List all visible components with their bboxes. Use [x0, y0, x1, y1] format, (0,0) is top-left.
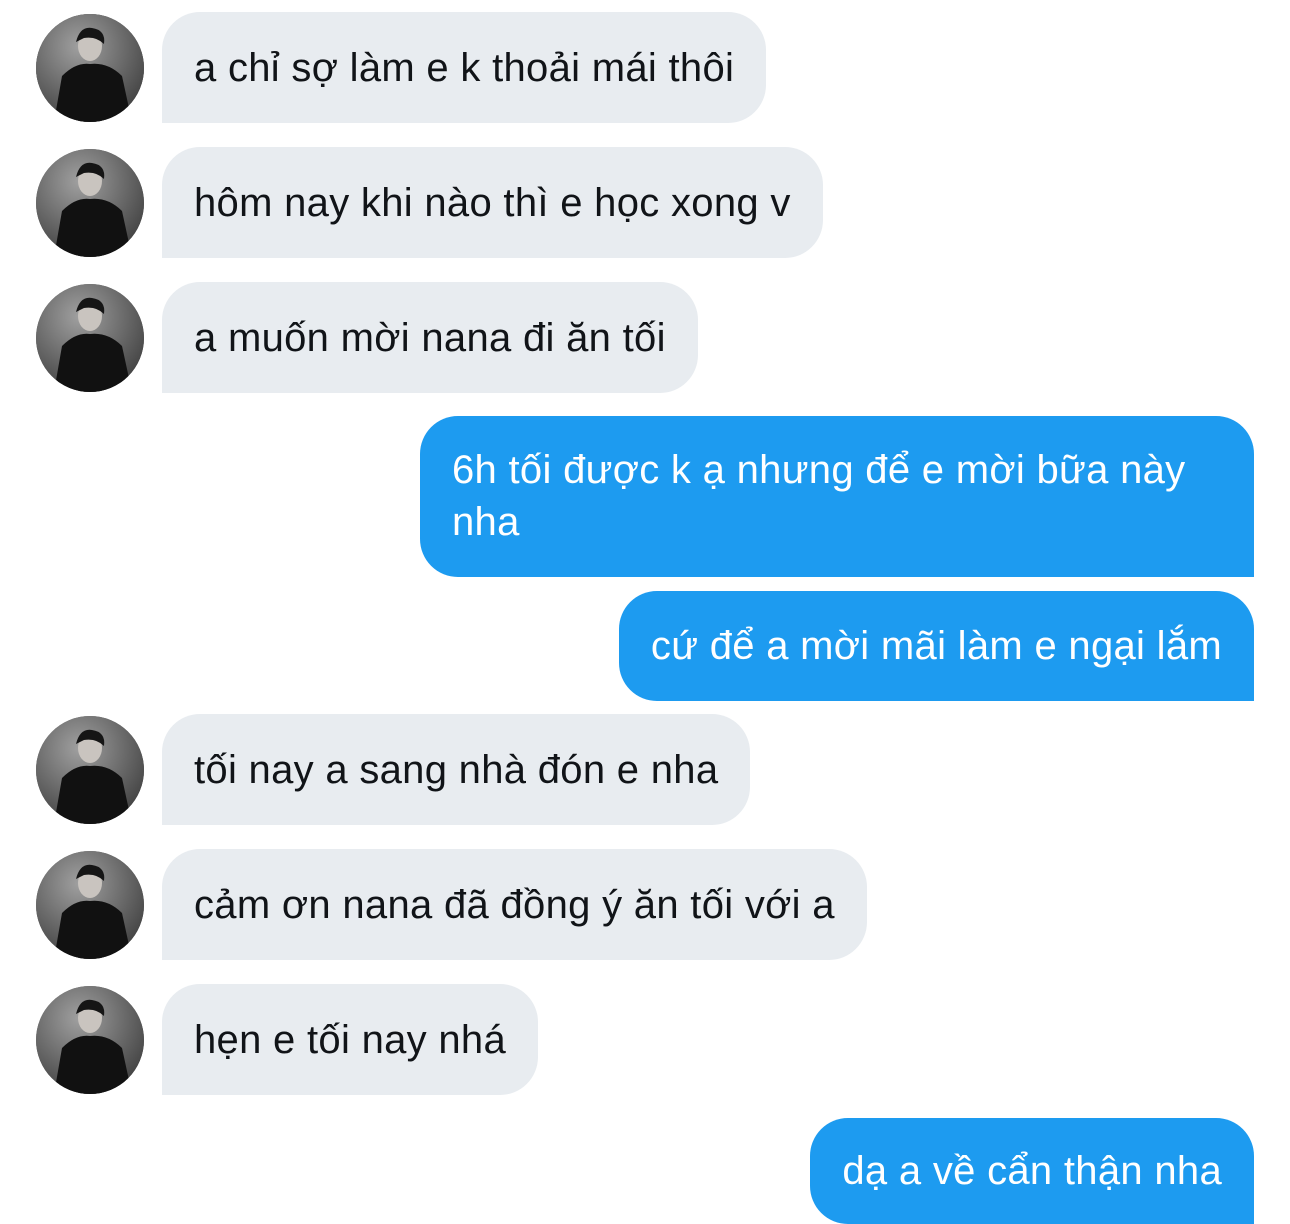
message-text: dạ a về cẩn thận nha: [842, 1149, 1222, 1193]
message-text: a chỉ sợ làm e k thoải mái thôi: [194, 45, 735, 90]
message-text: hẹn e tối nay nhá: [194, 1017, 507, 1062]
message-bubble-incoming[interactable]: tối nay a sang nhà đón e nha: [162, 714, 751, 825]
avatar-icon: [36, 986, 144, 1094]
contact-avatar[interactable]: [36, 149, 144, 257]
contact-avatar[interactable]: [36, 284, 144, 392]
message-bubble-incoming[interactable]: a muốn mời nana đi ăn tối: [162, 282, 698, 393]
message-bubble-outgoing[interactable]: cứ để a mời mãi làm e ngại lắm: [618, 591, 1254, 701]
avatar-icon: [36, 851, 144, 959]
message-text: hôm nay khi nào thì e học xong v: [194, 180, 791, 225]
message-text: tối nay a sang nhà đón e nha: [194, 747, 719, 792]
message-text: a muốn mời nana đi ăn tối: [194, 315, 666, 360]
avatar-icon: [36, 149, 144, 257]
contact-avatar[interactable]: [36, 14, 144, 122]
message-text: cứ để a mời mãi làm e ngại lắm: [650, 624, 1222, 668]
message-bubble-outgoing[interactable]: dạ a về cẩn thận nha: [810, 1118, 1254, 1224]
message-text: 6h tối được k ạ nhưng để e mời bữa này n…: [452, 448, 1186, 544]
avatar-icon: [36, 14, 144, 122]
contact-avatar[interactable]: [36, 716, 144, 824]
message-text: cảm ơn nana đã đồng ý ăn tối với a: [194, 882, 835, 927]
message-bubble-incoming[interactable]: hôm nay khi nào thì e học xong v: [162, 147, 823, 258]
avatar-icon: [36, 284, 144, 392]
message-bubble-incoming[interactable]: a chỉ sợ làm e k thoải mái thôi: [162, 12, 767, 123]
message-bubble-outgoing[interactable]: 6h tối được k ạ nhưng để e mời bữa này n…: [420, 416, 1254, 577]
message-bubble-incoming[interactable]: cảm ơn nana đã đồng ý ăn tối với a: [162, 849, 867, 960]
contact-avatar[interactable]: [36, 851, 144, 959]
message-bubble-incoming[interactable]: hẹn e tối nay nhá: [162, 984, 539, 1095]
contact-avatar[interactable]: [36, 986, 144, 1094]
avatar-icon: [36, 716, 144, 824]
